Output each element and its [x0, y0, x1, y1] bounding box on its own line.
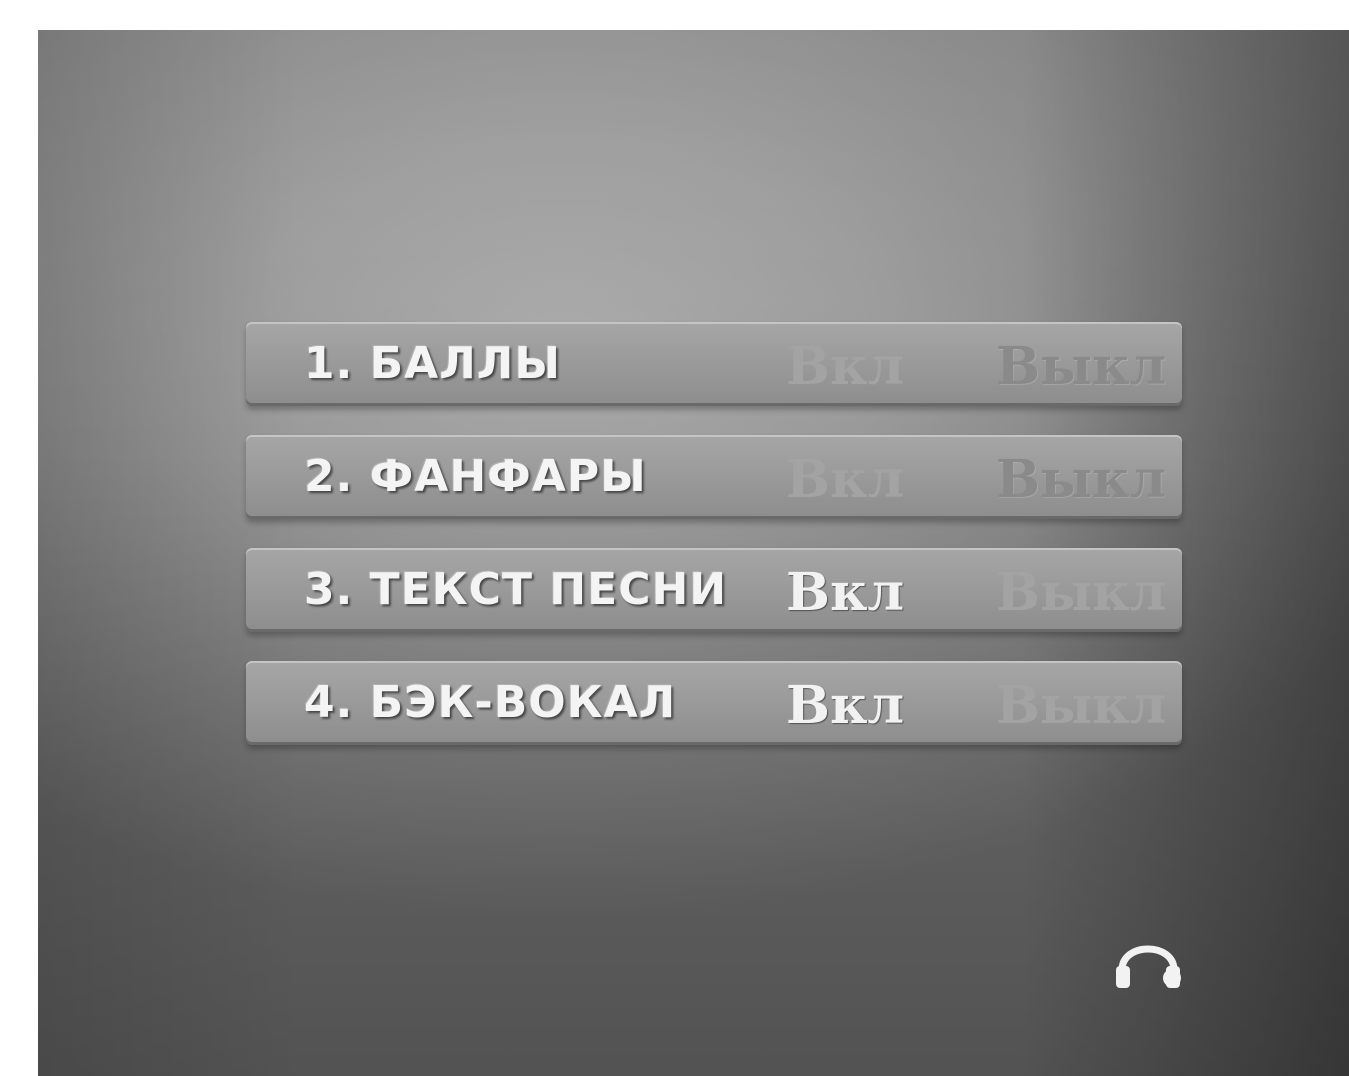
menu-item-scores[interactable]: 1. БАЛЛЫ Вкл Выкл — [246, 322, 1182, 406]
menu-item-label: 3. ТЕКСТ ПЕСНИ — [304, 564, 728, 615]
option-on[interactable]: Вкл — [786, 675, 904, 736]
menu-item-label: 4. БЭК-ВОКАЛ — [304, 677, 677, 728]
menu-item-lyrics[interactable]: 3. ТЕКСТ ПЕСНИ Вкл Выкл — [246, 548, 1182, 632]
option-on[interactable]: Вкл — [786, 336, 904, 397]
karaoke-menu: 1. БАЛЛЫ Вкл Выкл 2. ФАНФАРЫ Вкл Выкл 3.… — [246, 322, 1182, 774]
karaoke-settings-screen: 1. БАЛЛЫ Вкл Выкл 2. ФАНФАРЫ Вкл Выкл 3.… — [38, 30, 1349, 1076]
option-off[interactable]: Выкл — [996, 449, 1166, 510]
menu-item-label: 2. ФАНФАРЫ — [304, 451, 647, 502]
option-off[interactable]: Выкл — [996, 562, 1166, 623]
option-off[interactable]: Выкл — [996, 336, 1166, 397]
menu-item-label: 1. БАЛЛЫ — [304, 338, 561, 389]
option-on[interactable]: Вкл — [786, 449, 904, 510]
headphone-icon — [1108, 918, 1188, 998]
option-on[interactable]: Вкл — [786, 562, 904, 623]
menu-item-backing-vocal[interactable]: 4. БЭК-ВОКАЛ Вкл Выкл — [246, 661, 1182, 745]
option-off[interactable]: Выкл — [996, 675, 1166, 736]
menu-item-fanfare[interactable]: 2. ФАНФАРЫ Вкл Выкл — [246, 435, 1182, 519]
